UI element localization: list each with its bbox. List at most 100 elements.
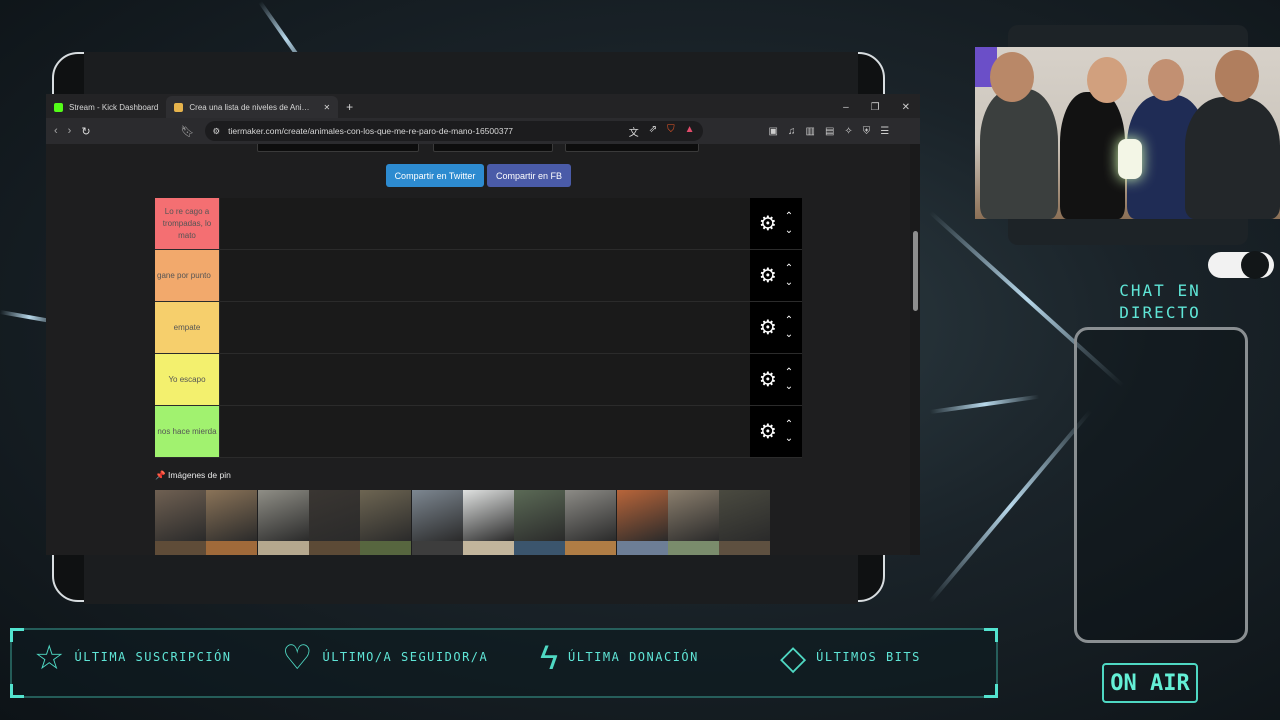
tab-kick-dashboard[interactable]: Stream - Kick Dashboard	[46, 96, 166, 118]
animal-thumbnail-capybara[interactable]	[155, 490, 206, 541]
tier-controls: ⚙ ⌃ ⌄	[750, 302, 802, 353]
chevron-down-icon[interactable]: ⌄	[785, 328, 793, 342]
new-tab-button[interactable]: +	[338, 96, 361, 118]
animal-thumbnail[interactable]	[206, 541, 258, 555]
plus-icon: +	[346, 100, 354, 114]
person	[980, 89, 1058, 219]
latest-subscription: ☆ ÚLTIMA SUSCRIPCIÓN	[34, 640, 232, 676]
site-settings-icon[interactable]: ⚙︎	[213, 126, 221, 137]
maximize-icon[interactable]: ❐	[871, 102, 880, 113]
gear-icon[interactable]: ⚙	[759, 422, 777, 442]
wallet-icon[interactable]: ▤	[825, 126, 834, 137]
latest-subscription-label: ÚLTIMA SUSCRIPCIÓN	[74, 650, 232, 664]
vpn-icon[interactable]: ⛨	[863, 126, 871, 137]
animal-thumbnail-kangaroo[interactable]	[360, 490, 412, 541]
chevron-down-icon[interactable]: ⌄	[785, 276, 793, 290]
tier-controls: ⚙ ⌃ ⌄	[750, 406, 802, 457]
latest-follower-label: ÚLTIMO/A SEGUIDOR/A	[322, 650, 489, 664]
chevron-down-icon[interactable]: ⌄	[785, 224, 793, 238]
gear-icon[interactable]: ⚙	[759, 318, 777, 338]
tab-bar: Stream - Kick Dashboard Crea una lista d…	[46, 94, 920, 118]
control-box[interactable]	[257, 144, 419, 152]
gear-icon[interactable]: ⚙	[759, 266, 777, 286]
animal-thumbnail[interactable]	[668, 541, 719, 555]
animal-thumbnail-chimpanzee[interactable]	[719, 490, 771, 541]
animal-thumbnail-fox[interactable]	[616, 490, 668, 541]
translate-icon[interactable]: 文	[629, 124, 639, 139]
tab-label: Stream - Kick Dashboard	[69, 102, 159, 112]
gear-icon[interactable]: ⚙	[759, 370, 777, 390]
animal-thumbnail-elephant[interactable]	[668, 490, 719, 541]
menu-icon[interactable]: ☰	[880, 126, 889, 137]
corner-accent	[10, 628, 24, 642]
chevron-up-icon[interactable]: ⌃	[785, 366, 793, 380]
tier-drop-zone[interactable]	[219, 302, 750, 353]
extension-icon[interactable]: ✧	[844, 126, 852, 137]
control-box[interactable]	[433, 144, 553, 152]
animal-thumbnail[interactable]	[565, 541, 617, 555]
latest-bits: ◇ ÚLTIMOS BITS	[780, 640, 921, 676]
control-box[interactable]	[565, 144, 699, 152]
pin-icon: 📌	[155, 470, 166, 480]
chevron-down-icon[interactable]: ⌄	[785, 380, 793, 394]
sidebar-icon[interactable]: ▥	[805, 126, 814, 137]
animal-thumbnail[interactable]	[360, 541, 412, 555]
tier-row: Lo re cago a trompadas, lo mato ⚙ ⌃ ⌄	[155, 198, 802, 250]
address-bar[interactable]: ⚙︎ tiermaker.com/create/animales-con-los…	[204, 121, 703, 141]
tier-label[interactable]: Lo re cago a trompadas, lo mato	[155, 198, 219, 249]
animal-thumbnail-bull[interactable]	[308, 490, 360, 541]
kick-favicon-icon	[54, 102, 63, 112]
page-scrollbar[interactable]	[910, 144, 920, 555]
share-fb-button[interactable]: Compartir en FB	[487, 164, 571, 187]
tier-drop-zone[interactable]	[219, 354, 750, 405]
chevron-up-icon[interactable]: ⌃	[785, 418, 793, 432]
pin-images-title: Imágenes de pin	[167, 470, 231, 480]
animal-thumbnail-wolf[interactable]	[565, 490, 617, 541]
tier-drop-zone[interactable]	[219, 250, 750, 301]
window-controls: – ❐ ✕	[843, 96, 920, 118]
rewards-icon[interactable]: ▲	[685, 124, 695, 139]
animal-thumbnail[interactable]	[411, 541, 463, 555]
animal-thumbnail[interactable]	[155, 541, 206, 555]
share-icon[interactable]: ⇗	[649, 124, 657, 139]
animal-thumbnail-crocodile[interactable]	[206, 490, 258, 541]
minimize-icon[interactable]: –	[843, 102, 849, 113]
scroll-thumb[interactable]	[913, 231, 918, 311]
tab-close-icon[interactable]: ✕	[323, 103, 330, 112]
animal-thumbnail-alligator[interactable]	[257, 490, 309, 541]
chevron-up-icon[interactable]: ⌃	[785, 314, 793, 328]
corner-accent	[984, 684, 998, 698]
animal-thumbnail[interactable]	[514, 541, 566, 555]
chevron-up-icon[interactable]: ⌃	[785, 262, 793, 276]
share-twitter-button[interactable]: Compartir en Twitter	[386, 164, 484, 187]
chevron-up-icon[interactable]: ⌃	[785, 210, 793, 224]
animal-thumbnail-sea-turtle[interactable]	[514, 490, 566, 541]
animal-thumbnail-walrus[interactable]	[411, 490, 463, 541]
bookmark-icon[interactable]: 🔖︎	[181, 125, 195, 138]
forward-arrow-icon[interactable]: ›	[68, 125, 72, 137]
tab-tiermaker[interactable]: Crea una lista de niveles de Ani… ✕	[166, 96, 339, 118]
tier-drop-zone[interactable]	[219, 406, 750, 457]
reload-icon[interactable]: ↻	[81, 125, 90, 138]
reader-icon[interactable]: ▣	[769, 126, 778, 137]
star-icon: ☆	[34, 639, 65, 677]
gear-icon[interactable]: ⚙	[759, 214, 777, 234]
animal-thumbnail-polar-bear[interactable]	[462, 490, 514, 541]
person-head	[1087, 57, 1127, 103]
tier-label[interactable]: Yo escapo	[155, 354, 219, 405]
music-icon[interactable]: ♫	[788, 126, 796, 137]
person-head	[990, 52, 1034, 102]
tier-label[interactable]: nos hace mierda	[155, 406, 219, 457]
animal-thumbnail[interactable]	[308, 541, 360, 555]
tier-label[interactable]: empate	[155, 302, 219, 353]
animal-thumbnail[interactable]	[719, 541, 771, 555]
close-window-icon[interactable]: ✕	[902, 102, 910, 113]
tier-label[interactable]: gane por punto	[155, 250, 219, 301]
chevron-down-icon[interactable]: ⌄	[785, 432, 793, 446]
animal-thumbnail[interactable]	[462, 541, 514, 555]
animal-thumbnail[interactable]	[616, 541, 668, 555]
brave-shield-icon[interactable]: ⛉	[667, 124, 675, 139]
tier-drop-zone[interactable]	[219, 198, 750, 249]
animal-thumbnail[interactable]	[257, 541, 309, 555]
back-arrow-icon[interactable]: ‹	[54, 125, 58, 137]
